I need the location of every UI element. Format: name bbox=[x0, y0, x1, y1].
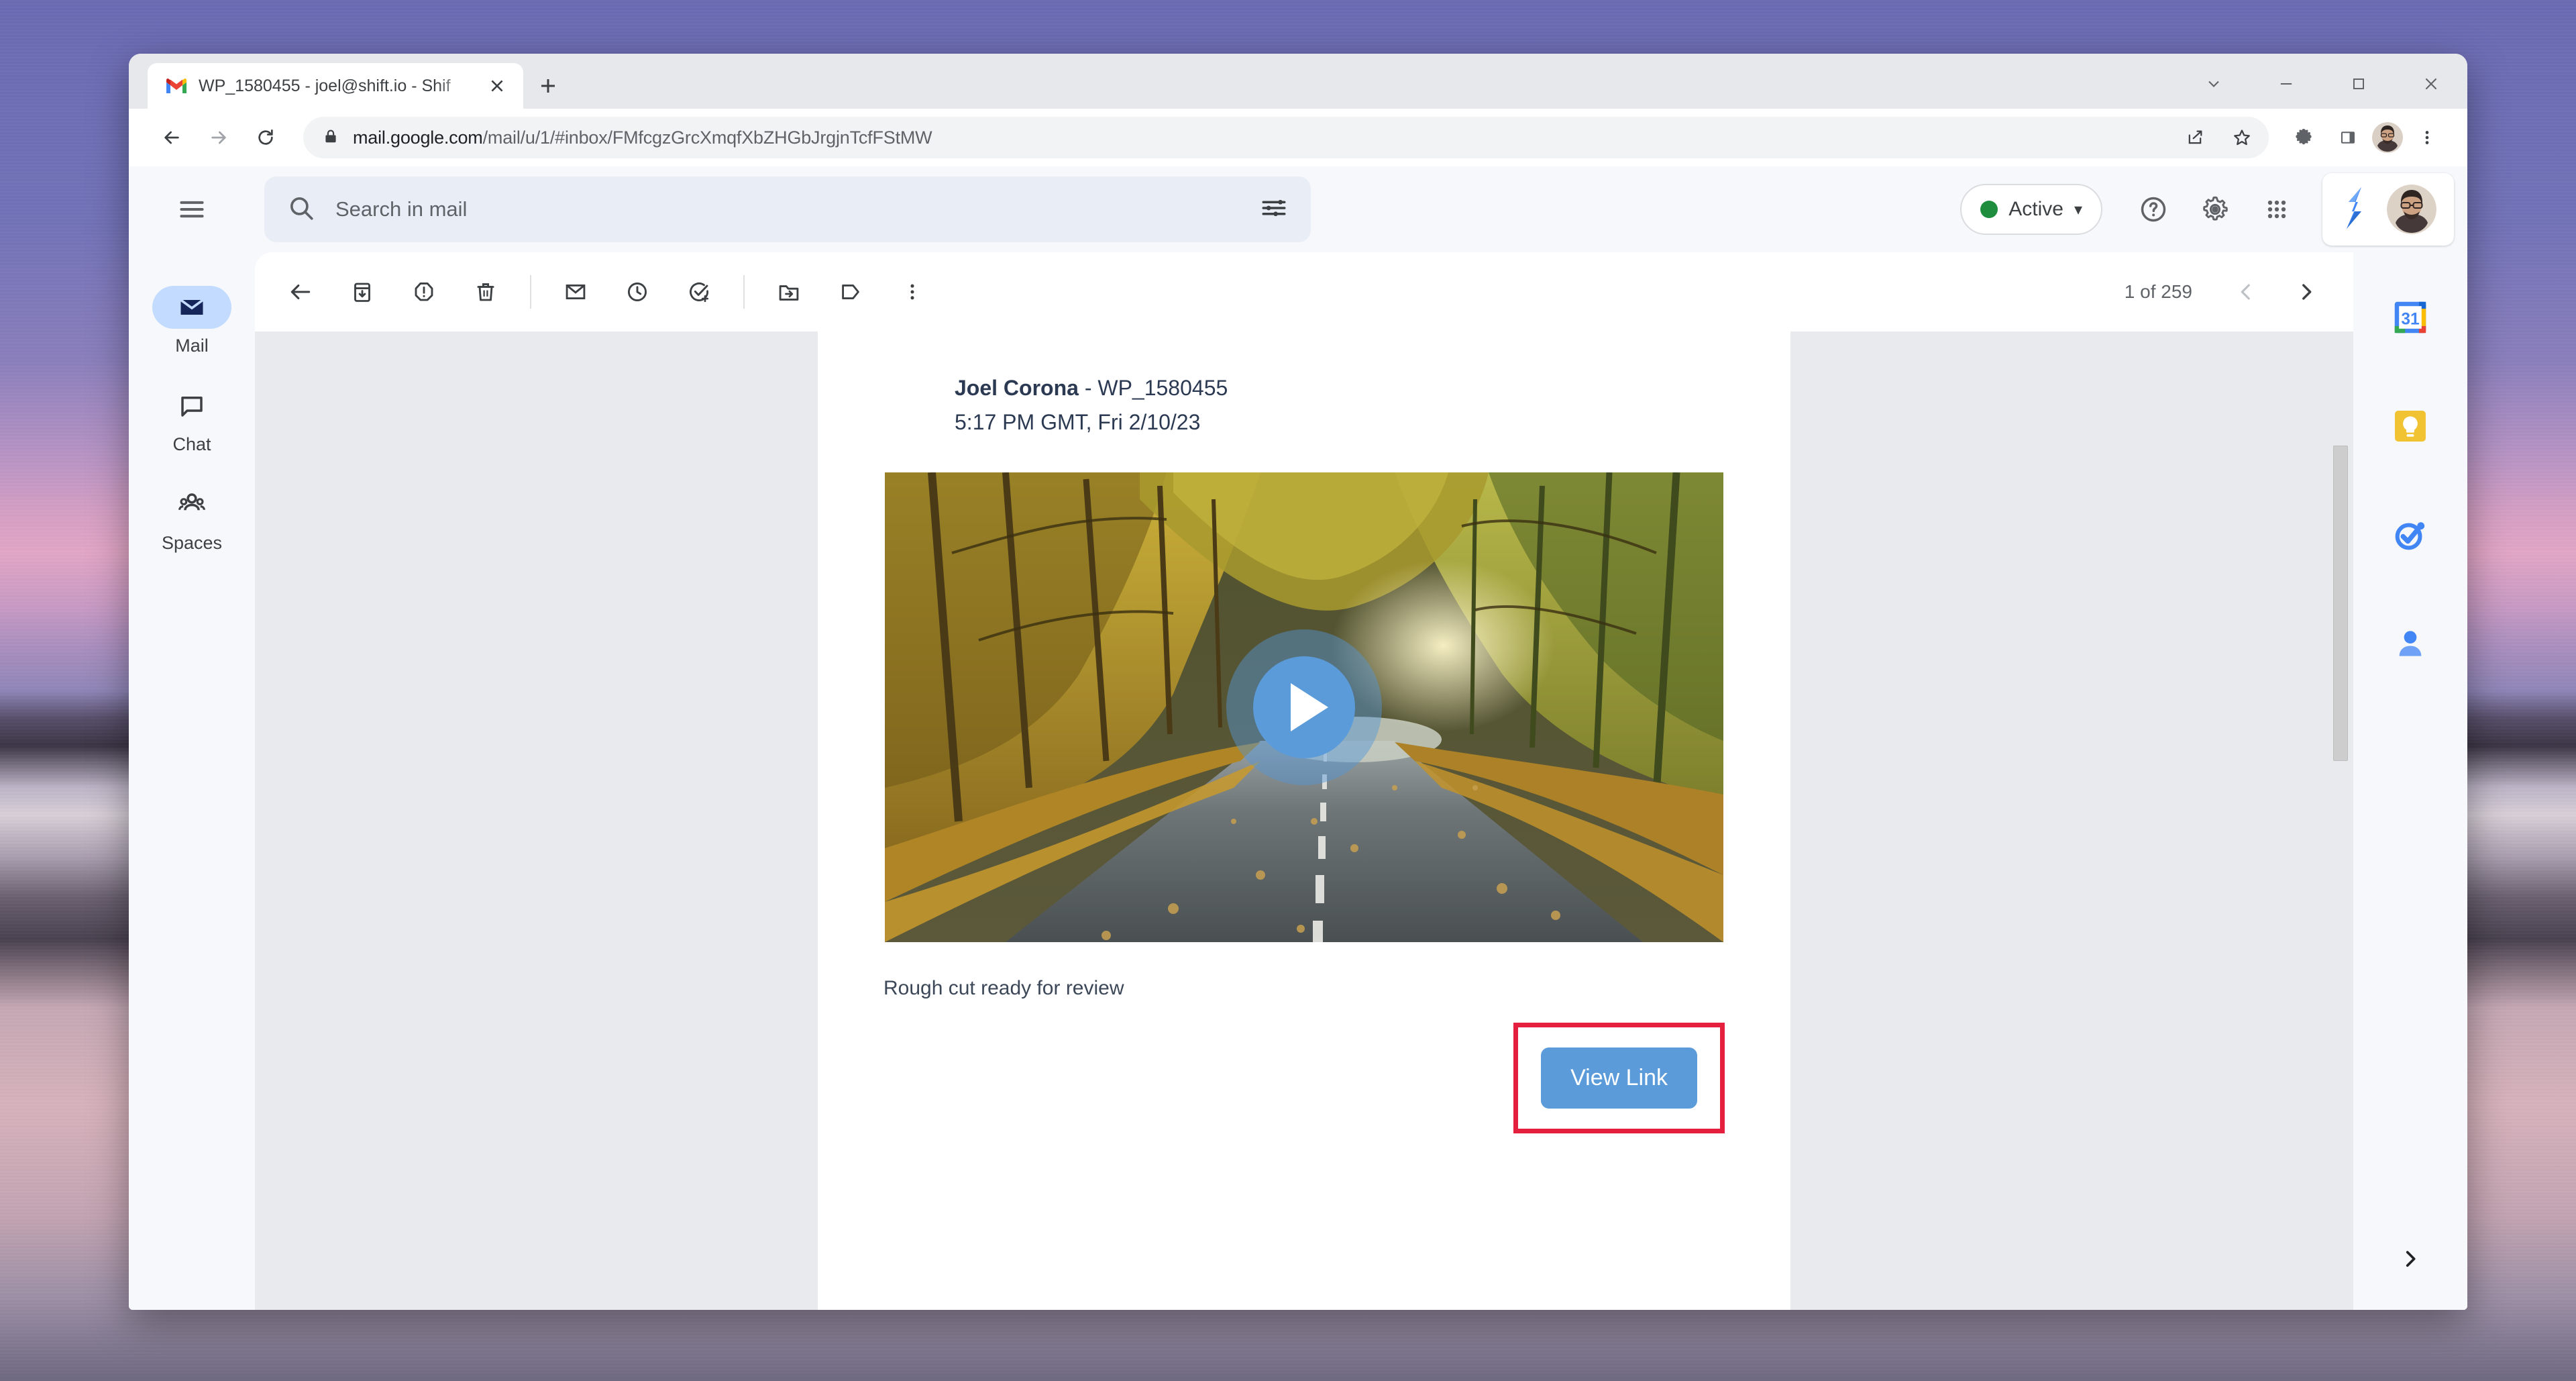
archive-icon[interactable] bbox=[331, 261, 393, 323]
spaces-icon bbox=[152, 483, 231, 526]
task-add-icon[interactable] bbox=[668, 261, 730, 323]
gmail-icon bbox=[165, 77, 188, 95]
google-keep-icon[interactable] bbox=[2383, 399, 2438, 454]
browser-tab-strip: WP_1580455 - joel@shift.io - Shif bbox=[129, 54, 2467, 109]
browser-window: WP_1580455 - joel@shift.io - Shif mail.g… bbox=[129, 54, 2467, 1310]
search-icon bbox=[287, 194, 315, 225]
new-tab-button[interactable] bbox=[523, 63, 573, 109]
toolbar-divider bbox=[743, 275, 745, 309]
sidebar-item-mail[interactable]: Mail bbox=[142, 275, 242, 371]
toolbar-divider bbox=[530, 275, 531, 309]
shift-logo[interactable] bbox=[2340, 186, 2369, 234]
profile-avatar[interactable] bbox=[2372, 122, 2403, 153]
gmail-app: Active ▾ bbox=[129, 166, 2467, 1310]
message-subject: WP_1580455 bbox=[1097, 376, 1228, 400]
star-icon[interactable] bbox=[2222, 117, 2262, 158]
search-bar[interactable] bbox=[264, 176, 1311, 242]
play-button-icon[interactable] bbox=[1253, 656, 1355, 758]
label-tag-icon[interactable] bbox=[820, 261, 881, 323]
google-calendar-icon[interactable]: 31 bbox=[2383, 290, 2438, 345]
gmail-left-rail: Mail Chat Spaces bbox=[129, 252, 255, 1310]
gmail-right-rail: 31 bbox=[2353, 252, 2467, 1310]
help-icon[interactable] bbox=[2125, 181, 2182, 238]
tab-search-icon[interactable] bbox=[2178, 59, 2250, 109]
side-panel-icon[interactable] bbox=[2328, 117, 2368, 158]
status-dot bbox=[1980, 201, 1998, 218]
envelope-icon[interactable] bbox=[545, 261, 606, 323]
three-dot-menu-icon[interactable] bbox=[2407, 117, 2447, 158]
svg-text:31: 31 bbox=[2401, 310, 2419, 328]
browser-tab-title: WP_1580455 - joel@shift.io - Shif bbox=[199, 76, 451, 95]
clock-icon[interactable] bbox=[606, 261, 668, 323]
gmail-header: Active ▾ bbox=[129, 166, 2467, 252]
message-pane: 1 of 259 Joel Corona - WP_1580455 5:17 P… bbox=[255, 252, 2353, 1310]
address-bar[interactable]: mail.google.com/mail/u/1/#inbox/FMfcgzGr… bbox=[303, 117, 2269, 158]
message-sender: Joel Corona bbox=[955, 376, 1079, 400]
highlight-annotation: View Link bbox=[1513, 1023, 1725, 1133]
trash-icon[interactable] bbox=[455, 261, 517, 323]
share-icon[interactable] bbox=[2175, 117, 2215, 158]
close-icon[interactable] bbox=[486, 74, 508, 97]
cta-row: View Link bbox=[1513, 1023, 1725, 1133]
message-note: Rough cut ready for review bbox=[883, 977, 1124, 999]
account-box[interactable] bbox=[2322, 173, 2454, 246]
browser-tab[interactable]: WP_1580455 - joel@shift.io - Shif bbox=[148, 63, 523, 109]
chevron-right-icon[interactable] bbox=[2386, 1235, 2434, 1283]
chat-icon bbox=[152, 385, 231, 427]
sidebar-item-label: Spaces bbox=[161, 533, 223, 553]
window-close-icon[interactable] bbox=[2395, 59, 2467, 109]
hamburger-menu-icon[interactable] bbox=[129, 195, 255, 224]
address-bar-url: mail.google.com/mail/u/1/#inbox/FMfcgzGr… bbox=[353, 127, 932, 148]
address-bar-actions bbox=[2175, 117, 2262, 158]
sidebar-item-chat[interactable]: Chat bbox=[142, 374, 242, 470]
message-card: Joel Corona - WP_1580455 5:17 PM GMT, Fr… bbox=[818, 331, 1790, 1310]
user-avatar[interactable] bbox=[2387, 185, 2436, 234]
view-link-button[interactable]: View Link bbox=[1541, 1047, 1697, 1109]
lock-icon bbox=[322, 127, 339, 148]
message-body-area: Joel Corona - WP_1580455 5:17 PM GMT, Fr… bbox=[255, 331, 2353, 1310]
google-tasks-icon[interactable] bbox=[2383, 507, 2438, 562]
status-label: Active bbox=[2008, 198, 2063, 220]
gmail-body: Mail Chat Spaces 1 of 259 Joel Corona - … bbox=[129, 252, 2467, 1310]
search-input[interactable] bbox=[335, 197, 1240, 221]
message-timestamp: 5:17 PM GMT, Fri 2/10/23 bbox=[955, 410, 1201, 434]
browser-toolbar: mail.google.com/mail/u/1/#inbox/FMfcgzGr… bbox=[129, 109, 2467, 166]
gmail-header-actions: Active ▾ bbox=[1960, 173, 2462, 246]
status-badge[interactable]: Active ▾ bbox=[1960, 184, 2102, 235]
message-scrollbar[interactable] bbox=[2333, 446, 2348, 761]
message-sender-line: Joel Corona - WP_1580455 bbox=[955, 376, 1228, 401]
window-controls bbox=[2178, 59, 2467, 109]
chevron-right-icon[interactable] bbox=[2282, 268, 2330, 316]
back-arrow-icon[interactable] bbox=[270, 261, 331, 323]
reload-icon[interactable] bbox=[244, 116, 287, 159]
sidebar-item-label: Chat bbox=[172, 434, 211, 454]
back-arrow-icon[interactable] bbox=[150, 116, 193, 159]
more-vert-icon[interactable] bbox=[881, 261, 943, 323]
report-spam-icon[interactable] bbox=[393, 261, 455, 323]
mail-icon bbox=[152, 286, 231, 329]
chevron-down-icon: ▾ bbox=[2074, 200, 2082, 219]
minimize-icon[interactable] bbox=[2250, 59, 2322, 109]
tune-filter-icon[interactable] bbox=[1260, 194, 1288, 225]
folder-move-icon[interactable] bbox=[758, 261, 820, 323]
sidebar-item-label: Mail bbox=[175, 336, 209, 356]
message-toolbar: 1 of 259 bbox=[255, 252, 2353, 331]
gear-icon[interactable] bbox=[2187, 181, 2243, 238]
puzzle-icon[interactable] bbox=[2284, 117, 2324, 158]
forward-arrow-icon[interactable] bbox=[197, 116, 240, 159]
maximize-icon[interactable] bbox=[2322, 59, 2395, 109]
video-thumbnail[interactable] bbox=[885, 472, 1723, 942]
message-separator: - bbox=[1078, 376, 1098, 400]
pagination: 1 of 259 bbox=[2125, 268, 2330, 316]
apps-grid-icon[interactable] bbox=[2249, 181, 2305, 238]
sidebar-item-spaces[interactable]: Spaces bbox=[142, 472, 242, 568]
chevron-left-icon[interactable] bbox=[2222, 268, 2270, 316]
play-triangle bbox=[1291, 683, 1328, 731]
google-contacts-icon[interactable] bbox=[2383, 616, 2438, 671]
pagination-count: 1 of 259 bbox=[2124, 281, 2192, 302]
